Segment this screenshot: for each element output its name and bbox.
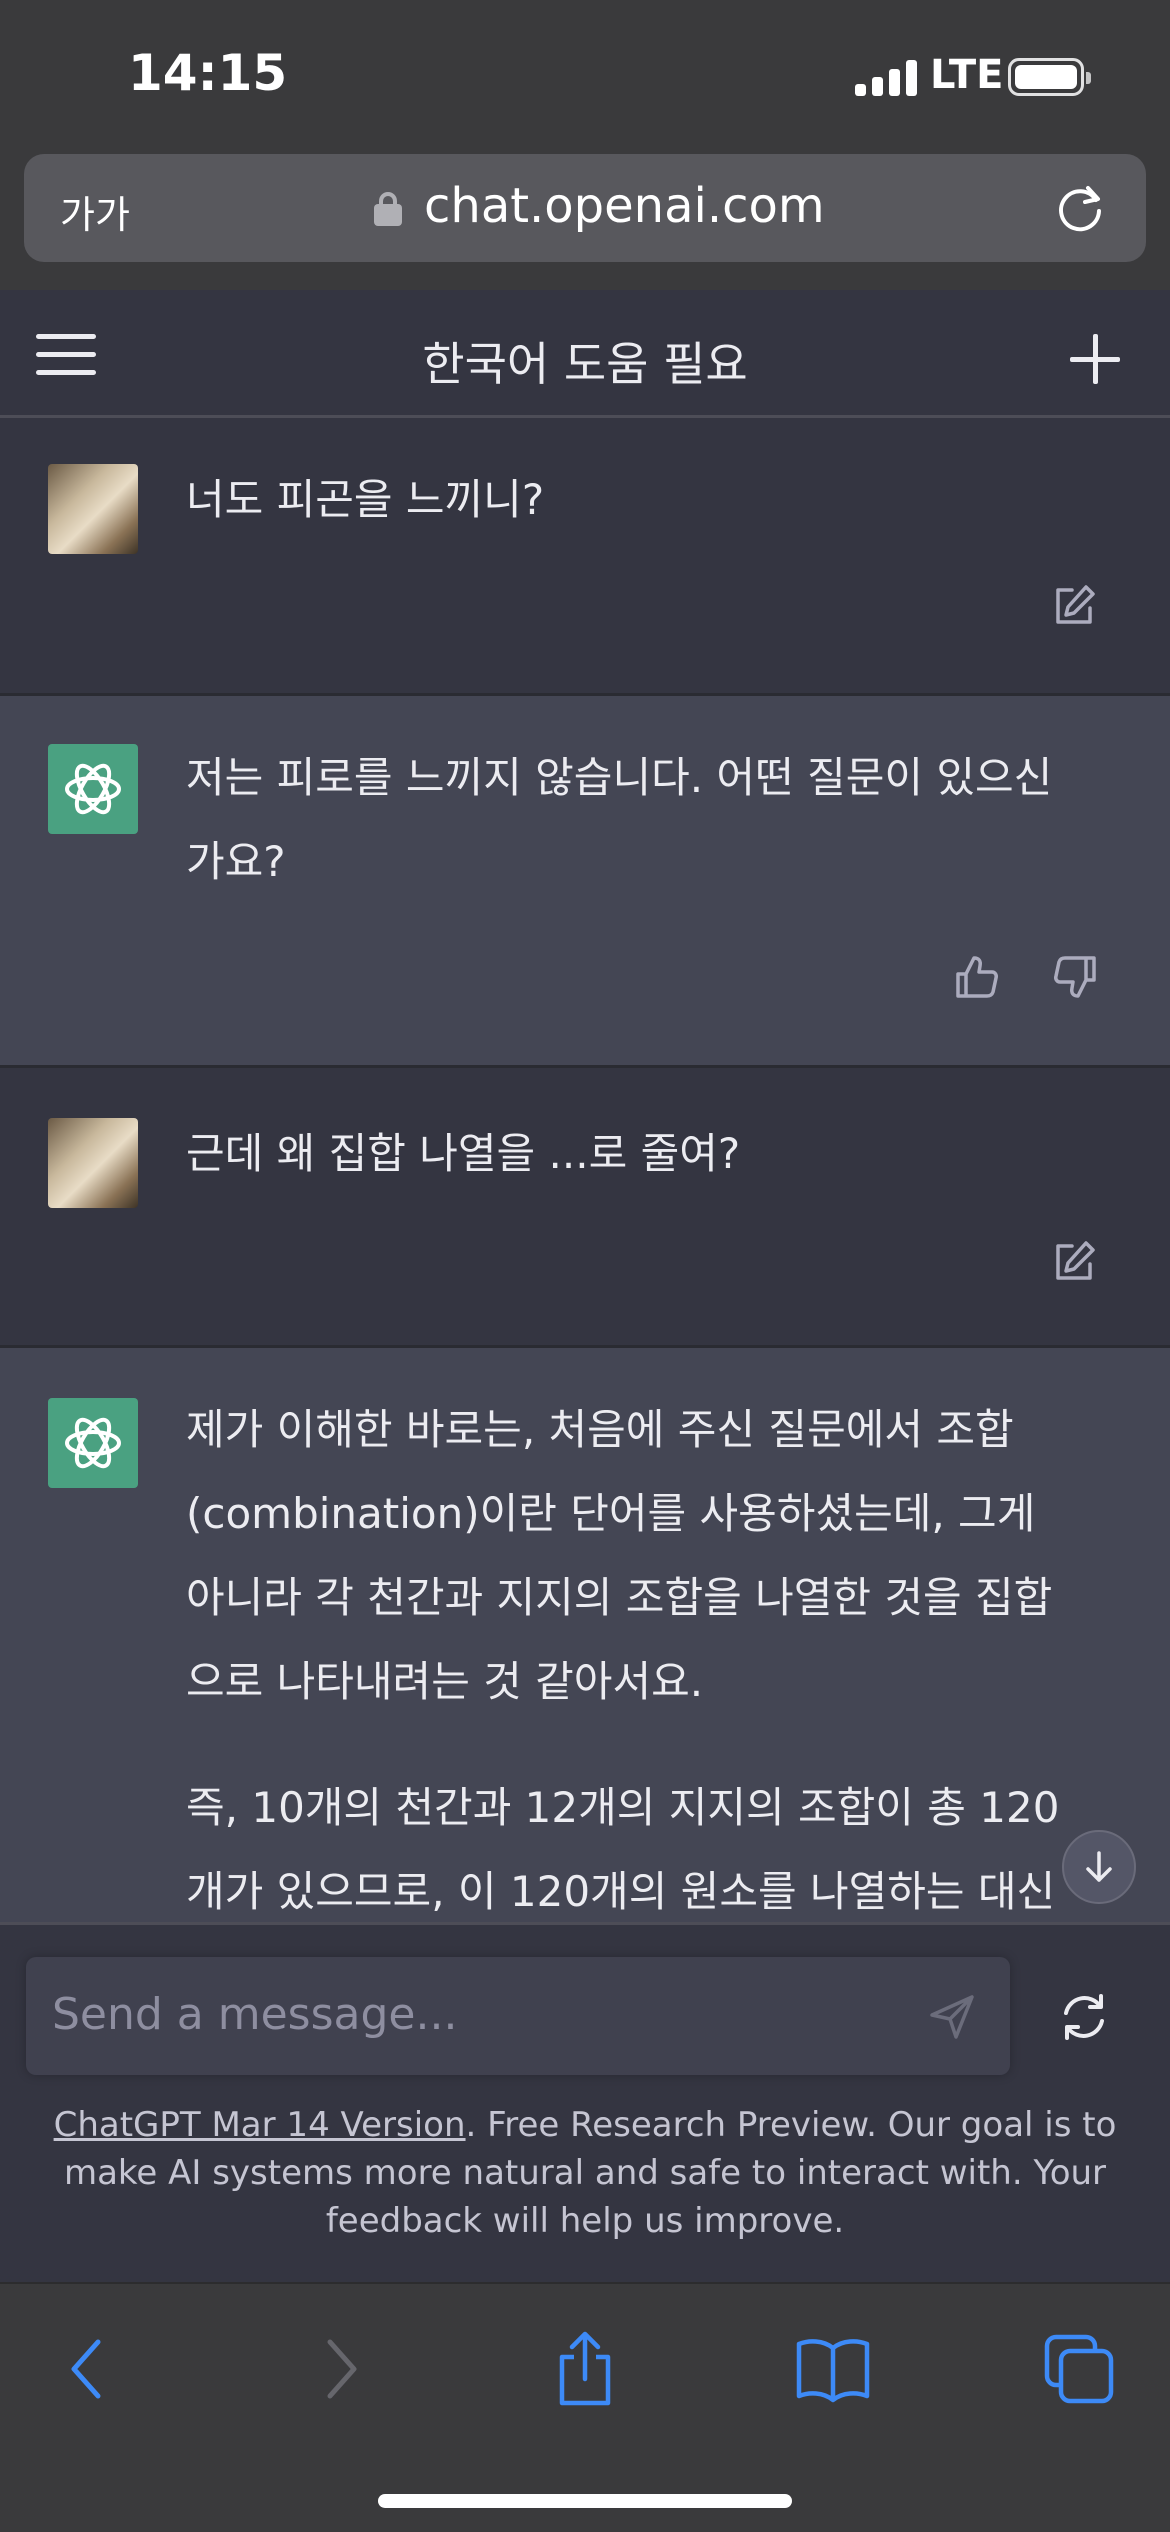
browser-address-area: 가가 chat.openai.com	[0, 150, 1170, 290]
new-chat-icon[interactable]	[1070, 334, 1120, 384]
bookmarks-button[interactable]	[788, 2324, 878, 2414]
chevron-right-icon	[327, 2339, 357, 2399]
message-line: 제가 이해한 바로는, 처음에 주신 질문에서 조합	[186, 1405, 1014, 1454]
message-line: 아니라 각 천간과 지지의 조합을 나열한 것을 집합	[186, 1573, 1053, 1622]
message-line: 개가 있으므로, 이 120개의 원소를 나열하는 대신	[186, 1867, 1056, 1916]
browser-toolbar	[0, 2282, 1170, 2532]
reload-icon[interactable]	[1052, 180, 1108, 236]
chatgpt-avatar	[48, 1398, 138, 1488]
chevron-left-icon	[71, 2339, 101, 2399]
message-input-placeholder: Send a message...	[52, 1989, 458, 2040]
send-icon[interactable]	[926, 1991, 978, 2043]
arrow-down-icon	[1086, 1851, 1112, 1882]
status-time: 14:15	[128, 44, 288, 102]
footer-disclaimer: ChatGPT Mar 14 Version. Free Research Pr…	[40, 2101, 1130, 2245]
message-paragraph: 제가 이해한 바로는, 처음에 주신 질문에서 조합 (combination)…	[186, 1388, 1126, 1724]
message-line: 으로 나타내려는 것 같아서요.	[186, 1657, 704, 1706]
message-input[interactable]: Send a message...	[26, 1957, 1010, 2075]
user-message: 근데 왜 집합 나열을 ...로 줄여?	[0, 1068, 1170, 1348]
address-bar[interactable]: 가가 chat.openai.com	[24, 154, 1146, 262]
share-button[interactable]	[540, 2324, 630, 2414]
message-line: 즉, 10개의 천간과 12개의 지지의 조합이 총 120	[186, 1783, 1060, 1832]
network-type: LTE	[930, 52, 1004, 98]
chatgpt-avatar	[48, 744, 138, 834]
user-avatar	[48, 464, 138, 554]
openai-logo-icon	[65, 763, 121, 815]
assistant-message: 제가 이해한 바로는, 처음에 주신 질문에서 조합 (combination)…	[0, 1348, 1170, 1922]
assistant-message: 저는 피로를 느끼지 않습니다. 어떤 질문이 있으신 가요?	[0, 696, 1170, 1068]
regenerate-icon[interactable]	[1056, 1989, 1112, 2045]
status-bar: 14:15 LTE	[0, 0, 1170, 150]
version-link[interactable]: ChatGPT Mar 14 Version	[54, 2105, 466, 2145]
forward-button[interactable]	[296, 2324, 386, 2414]
back-button[interactable]	[42, 2324, 132, 2414]
user-message: 너도 피곤을 느끼니?	[0, 418, 1170, 696]
message-line: 가요?	[186, 837, 286, 886]
lock-icon	[374, 192, 402, 226]
book-icon	[796, 2339, 870, 2403]
thumbs-down-icon[interactable]	[1050, 952, 1100, 1002]
user-avatar	[48, 1118, 138, 1208]
chat-header: 한국어 도움 필요	[0, 290, 1170, 418]
message-text: 너도 피곤을 느끼니?	[186, 475, 545, 524]
scroll-to-bottom-button[interactable]	[1062, 1830, 1136, 1904]
openai-logo-icon	[65, 1417, 121, 1469]
message-line: 저는 피로를 느끼지 않습니다. 어떤 질문이 있으신	[186, 753, 1053, 802]
battery-icon	[1008, 58, 1091, 96]
text-size-button[interactable]: 가가	[60, 184, 130, 239]
home-indicator[interactable]	[378, 2494, 792, 2508]
tabs-button[interactable]	[1034, 2324, 1124, 2414]
url-text[interactable]: chat.openai.com	[424, 178, 825, 234]
message-paragraph: 즉, 10개의 천간과 12개의 지지의 조합이 총 120 개가 있으므로, …	[186, 1766, 1126, 1922]
thumbs-up-icon[interactable]	[952, 952, 1002, 1002]
chat-title: 한국어 도움 필요	[422, 337, 748, 391]
share-icon	[559, 2331, 611, 2406]
composer: Send a message... ChatGPT Mar 14 Version…	[0, 1922, 1170, 2282]
edit-icon[interactable]	[1050, 1238, 1098, 1286]
message-text: 근데 왜 집합 나열을 ...로 줄여?	[186, 1129, 741, 1178]
tabs-icon	[1044, 2334, 1114, 2404]
message-line: (combination)이란 단어를 사용하셨는데, 그게	[186, 1489, 1036, 1538]
cellular-signal-icon	[855, 60, 917, 96]
edit-icon[interactable]	[1050, 582, 1098, 630]
